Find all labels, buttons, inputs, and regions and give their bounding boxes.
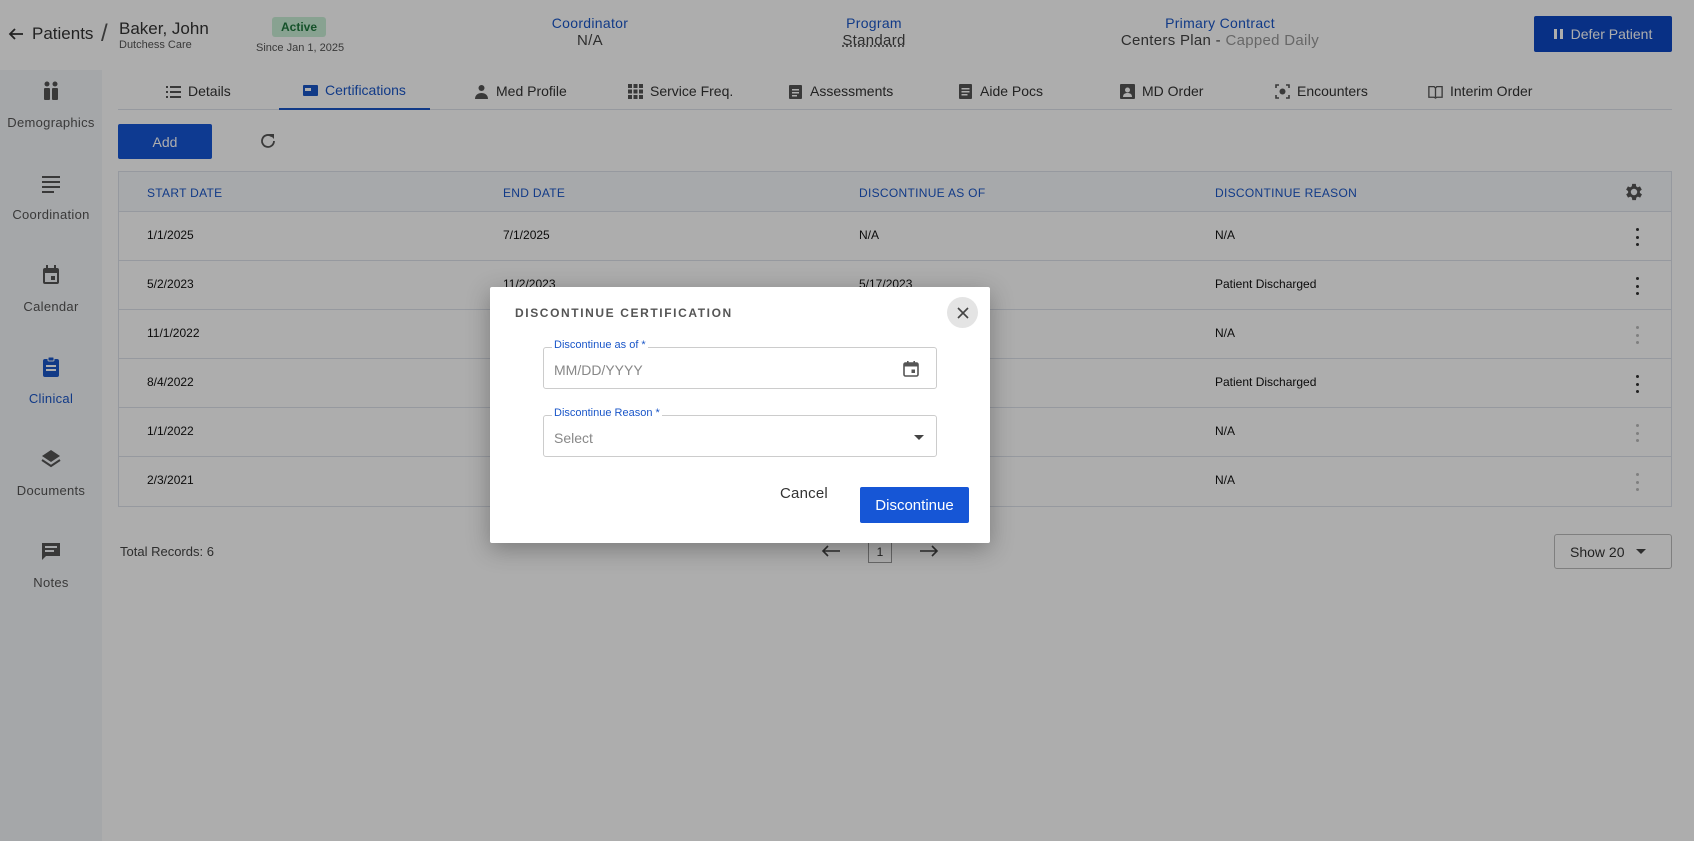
- field-label: Discontinue Reason *: [552, 407, 662, 419]
- cancel-button[interactable]: Cancel: [780, 485, 828, 502]
- discontinue-as-of-field[interactable]: Discontinue as of * MM/DD/YYYY: [543, 339, 937, 389]
- discontinue-button[interactable]: Discontinue: [860, 487, 969, 523]
- chevron-down-icon: [914, 435, 924, 440]
- close-button[interactable]: [947, 297, 978, 328]
- close-icon: [956, 306, 969, 319]
- field-label: Discontinue as of *: [552, 339, 648, 351]
- calendar-icon[interactable]: [902, 360, 920, 378]
- date-placeholder: MM/DD/YYYY: [554, 362, 643, 378]
- dialog-title: DISCONTINUE CERTIFICATION: [515, 306, 733, 320]
- discontinue-reason-select[interactable]: Discontinue Reason * Select: [543, 407, 937, 457]
- discontinue-certification-dialog: DISCONTINUE CERTIFICATION Discontinue as…: [490, 287, 990, 543]
- select-placeholder: Select: [554, 430, 593, 446]
